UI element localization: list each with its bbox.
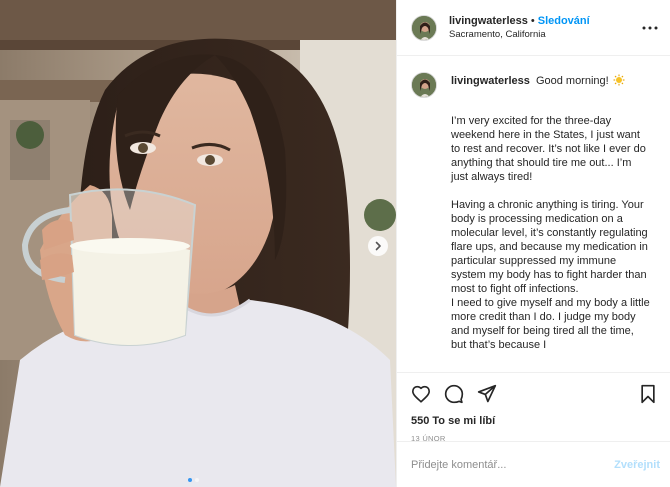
- paper-plane-icon: [477, 384, 497, 402]
- save-button[interactable]: [636, 382, 660, 406]
- caption-paragraph: Having a chronic anything is tiring. You…: [451, 199, 648, 295]
- caption-username[interactable]: livingwaterless: [451, 75, 530, 87]
- heart-icon: [412, 385, 430, 403]
- header-text: livingwaterless • Sledování Sacramento, Ca…: [449, 14, 640, 42]
- comment-input[interactable]: [411, 458, 615, 471]
- caption-paragraph: I’m very excited for the three-day weeke…: [451, 115, 646, 183]
- comment-button[interactable]: [442, 382, 466, 406]
- post-header: livingwaterless • Sledování Sacramento, Ca…: [397, 0, 670, 56]
- instagram-post: livingwaterless • Sledování Sacramento, Ca…: [0, 0, 670, 487]
- action-bar: [397, 372, 670, 414]
- follow-button[interactable]: Sledování: [538, 15, 590, 27]
- caption-paragraph: I need to give myself and my body a litt…: [451, 297, 650, 351]
- comments-area[interactable]: livingwaterless Good morning! I’m very e…: [397, 56, 670, 372]
- like-button[interactable]: [409, 382, 433, 406]
- post-comment-button[interactable]: Zveřejnit: [614, 459, 660, 471]
- caption-first-line: livingwaterless Good morning!: [451, 72, 649, 88]
- caption-row: livingwaterless Good morning!: [411, 72, 662, 98]
- slide-dot: [188, 478, 192, 482]
- likes-count[interactable]: 550 To se mi líbí: [397, 413, 670, 429]
- share-button[interactable]: [475, 382, 499, 406]
- caption-greeting: Good morning!: [535, 75, 609, 87]
- more-options-button[interactable]: [640, 18, 660, 38]
- bookmark-icon: [641, 384, 655, 403]
- post-photo[interactable]: [0, 0, 396, 487]
- comment-icon: [444, 384, 464, 403]
- more-horizontal-icon: [642, 26, 658, 29]
- avatar-image: [412, 73, 436, 97]
- chevron-right-icon: [375, 241, 381, 251]
- next-slide-button[interactable]: [368, 236, 388, 256]
- sun-icon: [613, 74, 625, 86]
- separator-dot: •: [530, 14, 535, 27]
- slide-indicator: [188, 478, 199, 482]
- post-side-panel: livingwaterless • Sledování Sacramento, Ca…: [396, 0, 670, 487]
- add-comment-box: Zveřejnit: [397, 441, 670, 487]
- avatar[interactable]: [411, 14, 437, 41]
- photo-illustration: [0, 0, 396, 487]
- avatar[interactable]: [411, 72, 437, 98]
- caption-header: livingwaterless Good morning!: [451, 72, 649, 98]
- caption-body: I’m very excited for the three-day weeke…: [451, 114, 651, 352]
- avatar-image: [412, 15, 436, 40]
- location-link[interactable]: Sacramento, California: [449, 28, 640, 42]
- slide-dot: [195, 478, 199, 482]
- header-username[interactable]: livingwaterless: [449, 15, 528, 27]
